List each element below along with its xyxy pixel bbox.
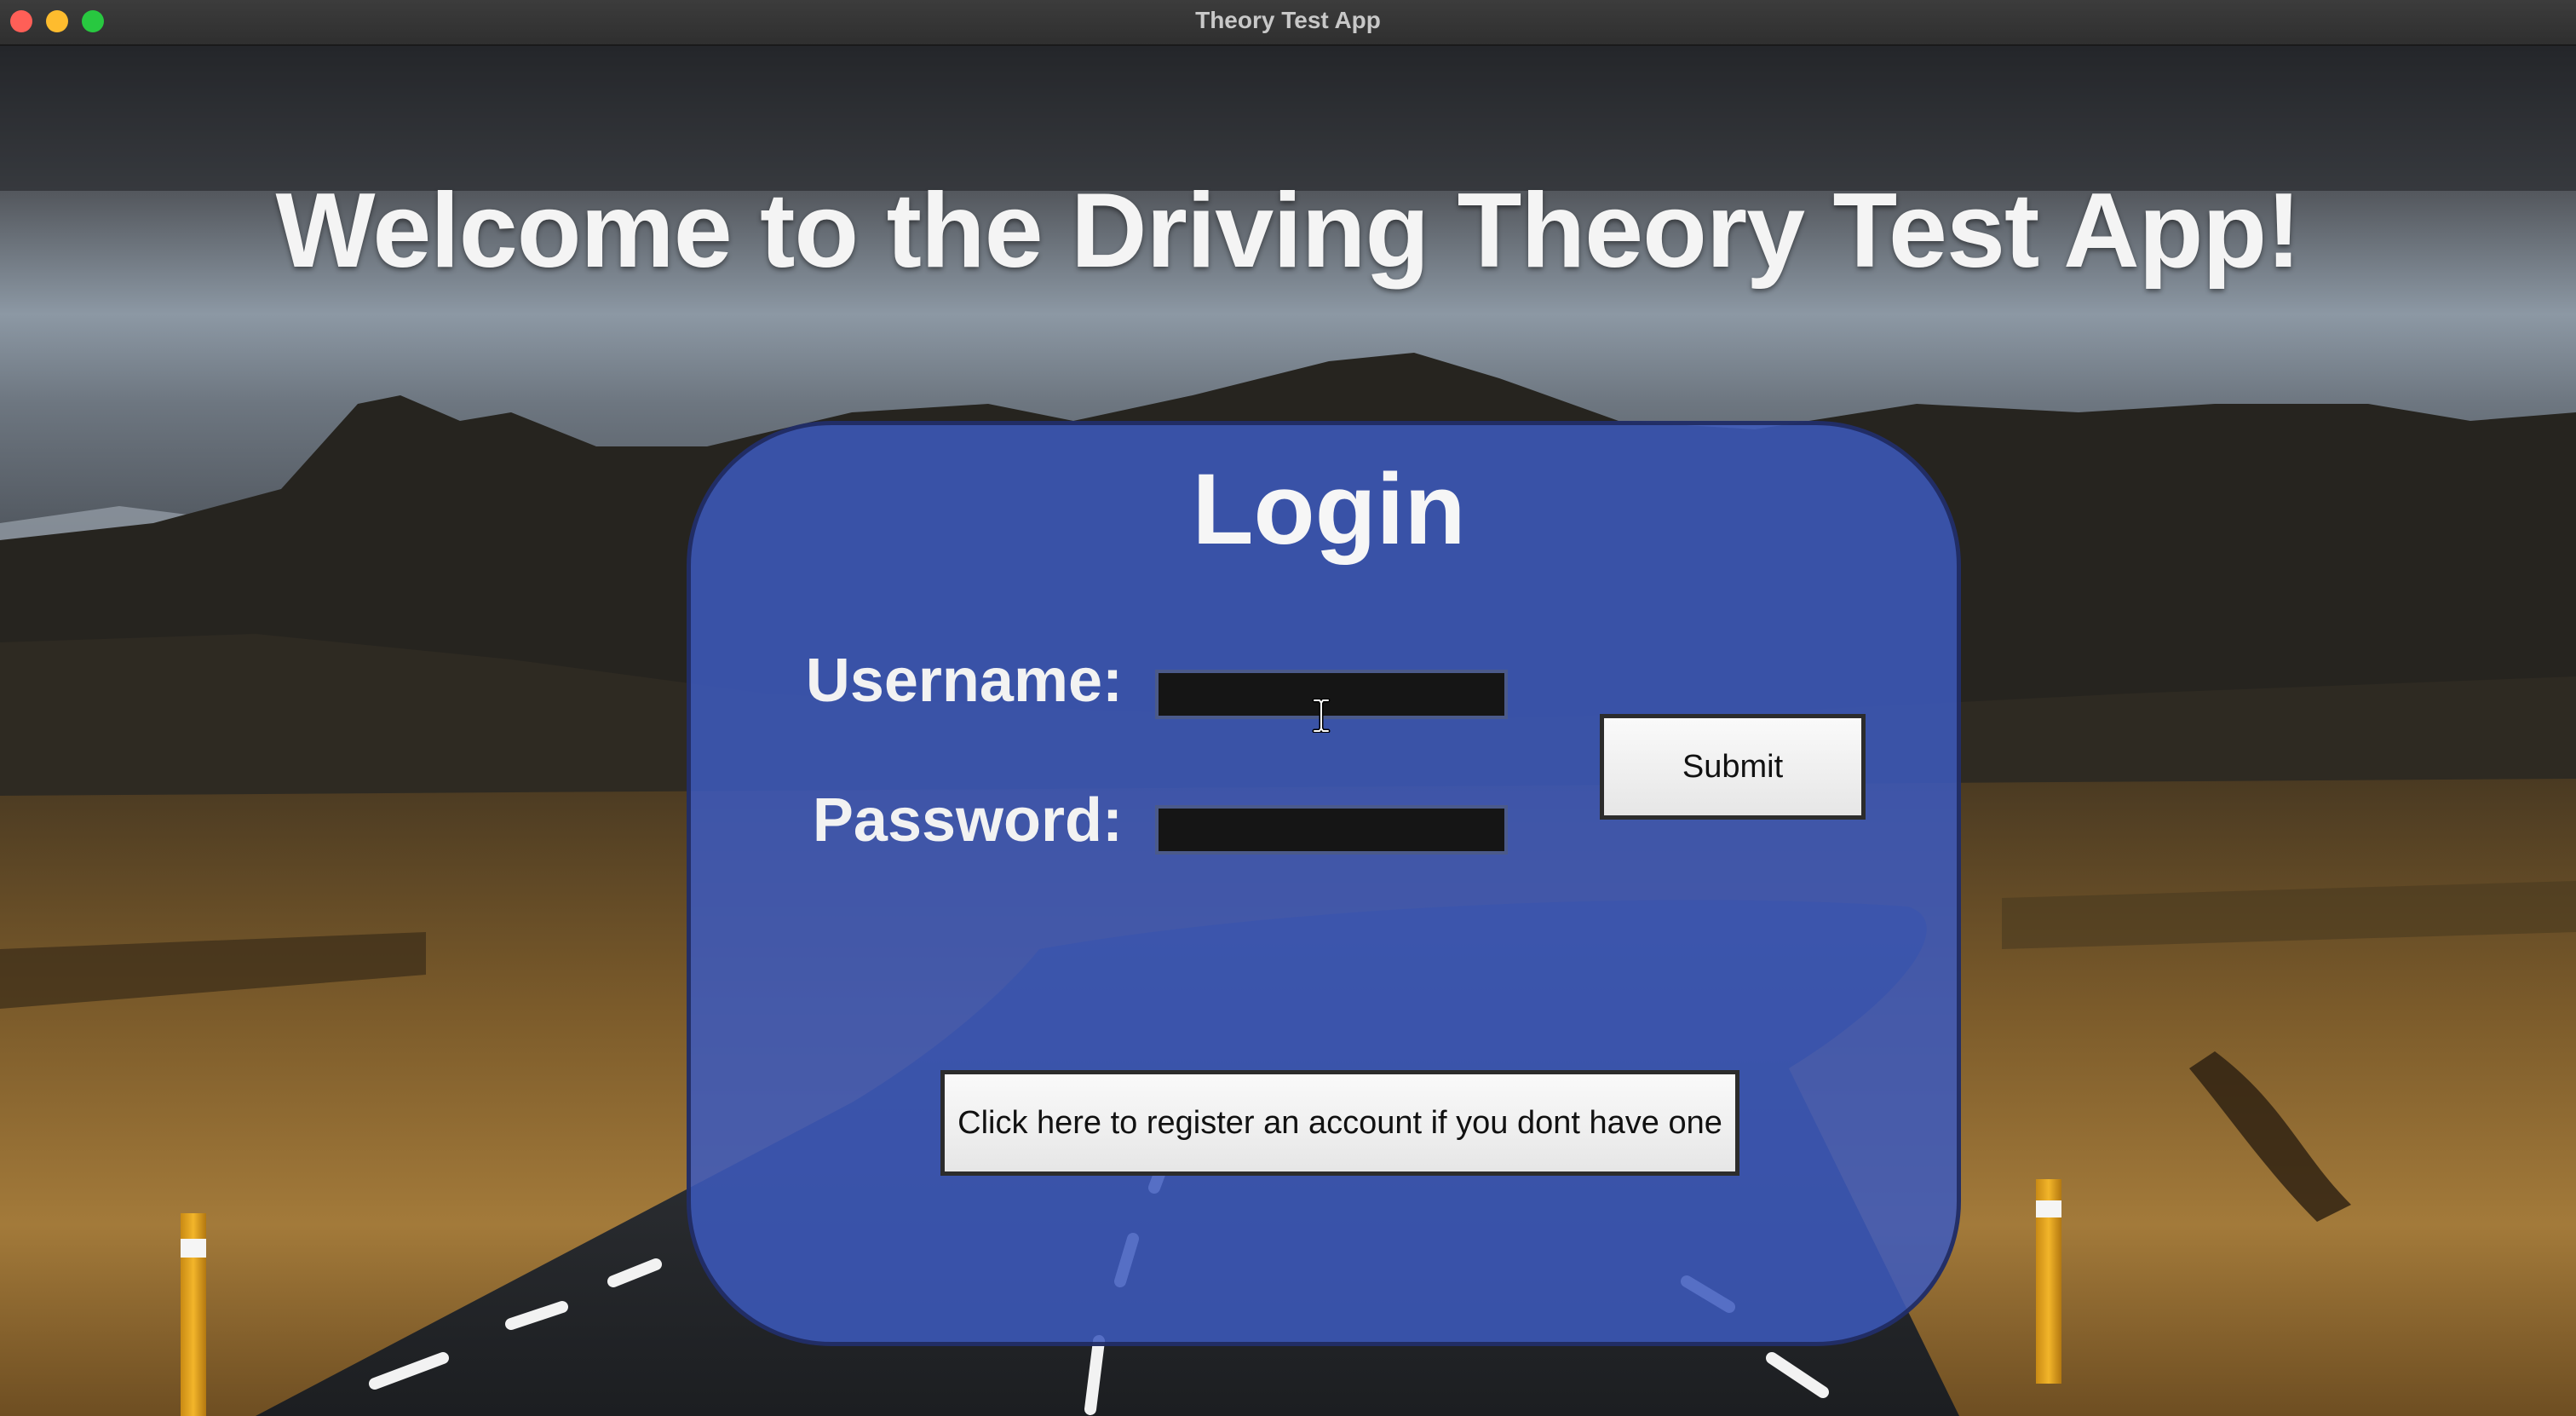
submit-button[interactable]: Submit (1600, 714, 1866, 820)
username-input[interactable] (1155, 670, 1508, 719)
welcome-heading: Welcome to the Driving Theory Test App! (275, 172, 2302, 290)
i-beam-cursor-icon (1312, 699, 1331, 733)
password-label: Password: (812, 786, 1123, 855)
password-input[interactable] (1155, 805, 1508, 855)
window-title: Theory Test App (1195, 7, 1381, 33)
window-titlebar: Theory Test App (0, 0, 2576, 46)
register-account-button[interactable]: Click here to register an account if you… (940, 1070, 1739, 1176)
username-label: Username: (805, 647, 1123, 715)
login-title: Login (1192, 453, 1466, 566)
